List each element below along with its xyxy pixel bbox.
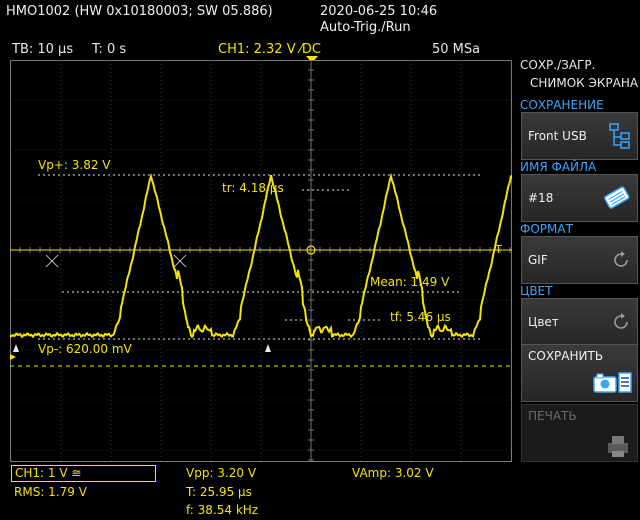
menu-subtitle: СНИМОК ЭКРАНА xyxy=(530,76,639,90)
vp-plus-label: Vp+: 3.82 V xyxy=(38,158,111,172)
save-button-label: СОХРАНИТЬ xyxy=(528,349,604,363)
print-button-label: ПЕЧАТЬ xyxy=(528,409,577,423)
camera-screenshot-icon xyxy=(593,372,632,393)
filename-button[interactable]: #18 xyxy=(521,174,638,222)
fall-time-label: tf: 5.46 µs xyxy=(390,310,451,324)
printer-icon xyxy=(608,436,628,457)
format-button[interactable]: GIF xyxy=(521,236,638,284)
timebase-readout[interactable]: TB: 10 µs xyxy=(12,42,73,57)
svg-text:T: T xyxy=(494,243,502,256)
trigger-channel-readout[interactable]: CH1: 2.32 V ⁄DC xyxy=(218,42,321,57)
waveform-display[interactable]: T xyxy=(10,60,512,462)
datetime: 2020-06-25 10:46 xyxy=(320,4,438,19)
mean-label: Mean: 1.49 V xyxy=(370,275,450,289)
save-screenshot-button[interactable]: СОХРАНИТЬ xyxy=(521,344,638,402)
format-label: GIF xyxy=(528,253,548,267)
acquisition-mode: Auto-Trig./Run xyxy=(320,20,411,35)
ch1-scale-readout: CH1: 1 V ≅ xyxy=(15,466,82,480)
vp-minus-label: Vp-: 620.00 mV xyxy=(38,342,132,356)
sample-rate-readout: 50 MSa xyxy=(432,42,481,57)
color-button[interactable]: Цвет xyxy=(521,298,638,346)
trigger-time-readout[interactable]: T: 0 s xyxy=(92,42,126,57)
format-section-heading: ФОРМАТ xyxy=(520,222,573,236)
usb-tree-icon xyxy=(609,123,630,149)
vamp-readout: VAmp: 3.02 V xyxy=(352,466,434,480)
trigger-level-marker[interactable]: T xyxy=(494,243,502,256)
period-readout: T: 25.95 µs xyxy=(186,485,252,499)
print-button[interactable]: ПЕЧАТЬ xyxy=(521,404,638,462)
rotary-knob-icon xyxy=(614,313,628,329)
save-target-button[interactable]: Front USB xyxy=(521,112,638,160)
filename-label: #18 xyxy=(528,191,554,205)
save-target-label: Front USB xyxy=(528,129,587,143)
filename-section-heading: ИМЯ ФАЙЛА xyxy=(520,160,597,174)
menu-title: СОХР./ЗАГР. xyxy=(520,58,596,72)
device-info: HMO1002 (HW 0x10180003; SW 05.886) xyxy=(6,4,273,19)
rotary-knob-icon xyxy=(614,251,628,267)
frequency-readout: f: 38.54 kHz xyxy=(186,503,259,517)
color-label: Цвет xyxy=(528,315,559,329)
vpp-readout: Vpp: 3.20 V xyxy=(186,466,257,480)
keyboard-icon xyxy=(603,186,630,209)
ch1-scale-box[interactable]: CH1: 1 V ≅ xyxy=(11,465,156,482)
rms-readout: RMS: 1.79 V xyxy=(14,485,87,499)
rise-time-label: tr: 4.18 µs xyxy=(222,181,284,195)
save-section-heading: СОХРАНЕНИЕ xyxy=(520,98,604,112)
color-section-heading: ЦВЕТ xyxy=(520,284,553,298)
